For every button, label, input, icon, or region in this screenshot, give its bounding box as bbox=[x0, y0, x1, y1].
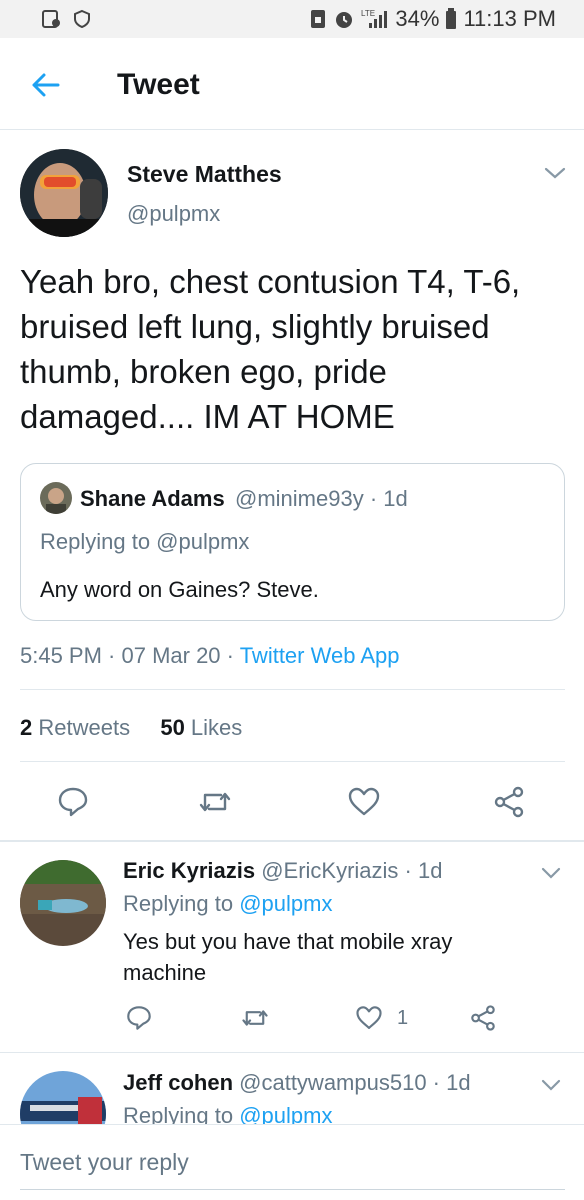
likes-label: Likes bbox=[184, 715, 243, 740]
divider bbox=[20, 689, 565, 690]
reply-input-underline bbox=[20, 1189, 565, 1190]
replying-prefix: Replying to bbox=[123, 891, 240, 916]
quoted-replying-to: Replying to @pulpmx bbox=[40, 529, 250, 554]
divider bbox=[20, 761, 565, 762]
reply-like-button[interactable]: 1 bbox=[355, 1002, 408, 1034]
heart-icon bbox=[356, 1006, 382, 1029]
tweet-options-button[interactable] bbox=[543, 165, 571, 185]
status-bar: LTE 34% 11:13 PM bbox=[0, 0, 584, 38]
page-title: Tweet bbox=[117, 68, 200, 101]
reply-avatar-image bbox=[20, 860, 106, 946]
reply-avatar-image bbox=[20, 1071, 106, 1124]
timestamp-text: 5:45 PM · 07 Mar 20 · bbox=[20, 643, 240, 668]
share-icon bbox=[494, 786, 524, 818]
share-button[interactable] bbox=[491, 784, 527, 820]
retweets-label: Retweets bbox=[32, 715, 131, 740]
reply-tweet[interactable]: Jeff cohen @cattywampus510 · 1d Replying… bbox=[0, 1053, 584, 1124]
alarm-icon bbox=[333, 8, 355, 30]
likes-count: 50 bbox=[160, 715, 185, 740]
reply-avatar[interactable] bbox=[20, 1071, 106, 1124]
heart-icon bbox=[348, 787, 380, 816]
reply-options-button[interactable] bbox=[540, 1078, 568, 1098]
reply-like-count: 1 bbox=[397, 1006, 409, 1029]
reply-author-line: Eric Kyriazis @EricKyriazis · 1d bbox=[123, 858, 442, 884]
battery-icon bbox=[445, 8, 457, 30]
reply-author-meta: @cattywampus510 · 1d bbox=[233, 1070, 471, 1095]
back-arrow-icon bbox=[32, 73, 60, 97]
sim-icon bbox=[309, 8, 327, 30]
reply-replying-to: Replying to @pulpmx bbox=[123, 1103, 332, 1124]
chevron-down-icon bbox=[541, 1079, 561, 1091]
tweet-text: Yeah bro, chest contusion T4, T-6, bruis… bbox=[20, 263, 521, 435]
shield-icon bbox=[72, 9, 92, 29]
quoted-author-name: Shane Adams bbox=[80, 486, 225, 511]
reply-author-name[interactable]: Jeff cohen bbox=[123, 1070, 233, 1095]
quoted-author-meta: @minime93y · 1d bbox=[235, 486, 408, 511]
replying-prefix: Replying to bbox=[123, 1103, 240, 1124]
author-handle[interactable]: @pulpmx bbox=[127, 201, 220, 227]
quoted-tweet[interactable]: Shane Adams @minime93y · 1d Replying to … bbox=[20, 463, 565, 621]
reply-options-button[interactable] bbox=[540, 866, 568, 886]
back-button[interactable] bbox=[28, 68, 62, 102]
signal-icon: LTE bbox=[361, 8, 389, 30]
reply-author-name[interactable]: Eric Kyriazis bbox=[123, 858, 255, 883]
retweet-button[interactable] bbox=[197, 784, 233, 820]
notification-icon bbox=[40, 8, 62, 30]
retweets-count: 2 bbox=[20, 715, 33, 740]
avatar[interactable] bbox=[20, 149, 108, 237]
battery-percent: 34% bbox=[395, 6, 440, 31]
author-avatar-image bbox=[20, 149, 108, 237]
tweet-stats: 2 Retweets 50 Likes bbox=[20, 715, 242, 741]
quoted-avatar bbox=[40, 482, 72, 514]
reply-text: Yes but you have that mobile xray machin… bbox=[123, 929, 453, 985]
reply-avatar[interactable] bbox=[20, 860, 106, 946]
share-icon bbox=[471, 1005, 495, 1031]
tweet-source-link[interactable]: Twitter Web App bbox=[240, 643, 400, 668]
reply-input[interactable]: Tweet your reply bbox=[20, 1149, 189, 1176]
reply-author-meta: @EricKyriazis · 1d bbox=[255, 858, 443, 883]
reply-button[interactable] bbox=[55, 784, 91, 820]
retweet-icon bbox=[199, 792, 231, 812]
reply-reply-button[interactable] bbox=[125, 1002, 153, 1034]
likes-stat[interactable]: 50 Likes bbox=[160, 715, 242, 740]
reply-tweet[interactable]: Eric Kyriazis @EricKyriazis · 1d Replyin… bbox=[0, 842, 584, 1052]
reply-author-line: Jeff cohen @cattywampus510 · 1d bbox=[123, 1070, 471, 1096]
mention-link[interactable]: @pulpmx bbox=[239, 1103, 332, 1124]
reply-icon bbox=[127, 1006, 151, 1030]
author-name[interactable]: Steve Matthes bbox=[127, 161, 282, 188]
reply-share-button[interactable] bbox=[469, 1002, 497, 1034]
retweet-icon bbox=[242, 1010, 268, 1026]
tweet-timestamp: 5:45 PM · 07 Mar 20 · Twitter Web App bbox=[20, 643, 399, 669]
chevron-down-icon bbox=[544, 167, 566, 179]
reply-retweet-button[interactable] bbox=[240, 1002, 270, 1034]
retweets-stat[interactable]: 2 Retweets bbox=[20, 715, 130, 740]
reply-replying-to: Replying to @pulpmx bbox=[123, 891, 332, 917]
quoted-text: Any word on Gaines? Steve. bbox=[40, 577, 319, 602]
reply-icon bbox=[58, 787, 88, 817]
chevron-down-icon bbox=[541, 867, 561, 879]
mention-link[interactable]: @pulpmx bbox=[239, 891, 332, 916]
reply-composer: Tweet your reply bbox=[0, 1124, 584, 1200]
svg-text:LTE: LTE bbox=[361, 9, 375, 18]
clock: 11:13 PM bbox=[463, 6, 556, 31]
like-button[interactable] bbox=[346, 784, 382, 820]
app-bar: Tweet bbox=[0, 38, 584, 130]
